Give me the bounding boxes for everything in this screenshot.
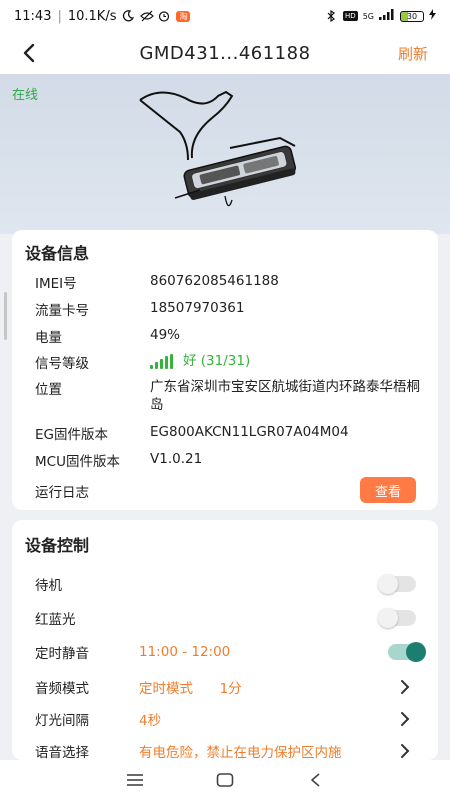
- eye-off-icon: [140, 10, 155, 22]
- voice-selection-value: 有电危险，禁止在电力保护区内施: [139, 745, 342, 760]
- system-nav-bar: [0, 760, 450, 800]
- back-button[interactable]: [14, 38, 44, 68]
- imei-value: 860762085461188: [150, 273, 279, 289]
- app-header: GMD431...461188 刷新: [0, 32, 450, 74]
- online-status: 在线: [12, 88, 39, 103]
- status-bar: 11:43 | 10.1K/s 淘 HD 5G 30: [0, 0, 450, 32]
- chevron-right-icon: [401, 712, 410, 726]
- eg-firmware-value: EG800AKCN11LGR07A04M04: [150, 424, 349, 440]
- network-type: 5G: [362, 11, 374, 21]
- chevron-right-icon: [401, 744, 410, 758]
- battery-label: 电量: [35, 330, 62, 346]
- device-control-card: 设备控制 待机 红蓝光 定时静音 11:00 - 12:00 音频模式 定时模式…: [12, 520, 438, 760]
- device-hero: 在线: [0, 74, 450, 234]
- location-value: 广东省深圳市宝安区航城街道内环路泰华梧桐岛: [150, 379, 420, 413]
- eg-firmware-row: EG固件版本 EG800AKCN11LGR07A04M04: [35, 423, 420, 443]
- scheduled-mute-value[interactable]: 11:00 - 12:00: [139, 644, 426, 660]
- toggle-knob: [378, 608, 398, 628]
- signal-value: 好 (31/31): [183, 353, 251, 369]
- signal-label: 信号等级: [35, 356, 89, 372]
- device-control-title: 设备控制: [25, 536, 90, 555]
- nav-menu-button[interactable]: [121, 766, 149, 794]
- hd-icon: HD: [343, 11, 358, 21]
- voice-selection-label: 语音选择: [35, 745, 89, 760]
- scheduled-mute-toggle[interactable]: [388, 642, 426, 662]
- status-net-speed: 10.1K/s: [67, 8, 117, 24]
- location-row: 位置 广东省深圳市宝安区航城街道内环路泰华梧桐岛: [35, 378, 420, 414]
- standby-toggle[interactable]: [378, 574, 416, 594]
- refresh-button[interactable]: 刷新: [398, 43, 428, 64]
- red-blue-light-toggle[interactable]: [378, 608, 416, 628]
- device-info-card: 设备信息 IMEI号 860762085461188 流量卡号 18507970…: [12, 230, 438, 510]
- sim-row: 流量卡号 18507970361: [35, 299, 420, 319]
- battery-level: 30: [406, 11, 418, 21]
- charging-icon: [429, 9, 436, 23]
- light-interval-value: 4秒: [139, 713, 162, 729]
- battery-icon: 30: [400, 10, 424, 22]
- alarm-icon: [158, 10, 170, 22]
- sim-label: 流量卡号: [35, 303, 89, 319]
- red-blue-light-label: 红蓝光: [35, 612, 76, 628]
- device-info-title: 设备信息: [25, 244, 90, 263]
- bluetooth-icon: [326, 9, 338, 23]
- chevron-right-icon: [401, 680, 410, 694]
- signal-value-wrap: 好 (31/31): [150, 352, 420, 372]
- audio-mode-value-wrap: 定时模式 1分: [139, 677, 426, 697]
- sim-value: 18507970361: [150, 300, 245, 316]
- imei-label: IMEI号: [35, 276, 77, 292]
- audio-mode-row[interactable]: 音频模式 定时模式 1分: [35, 677, 426, 697]
- imei-row: IMEI号 860762085461188: [35, 272, 420, 292]
- red-blue-light-row: 红蓝光: [35, 608, 426, 628]
- light-interval-row[interactable]: 灯光间隔 4秒: [35, 709, 426, 729]
- location-label: 位置: [35, 382, 62, 398]
- view-log-button[interactable]: 查看: [360, 477, 416, 503]
- nav-home-button[interactable]: [211, 766, 239, 794]
- back-triangle-icon: [311, 773, 320, 787]
- voice-selection-row[interactable]: 语音选择 有电危险，禁止在电力保护区内施: [35, 741, 426, 760]
- mcu-firmware-row: MCU固件版本 V1.0.21: [35, 450, 420, 470]
- toggle-knob: [406, 642, 426, 662]
- mcu-firmware-label: MCU固件版本: [35, 454, 120, 470]
- mcu-firmware-value: V1.0.21: [150, 451, 203, 467]
- battery-row: 电量 49%: [35, 326, 420, 346]
- toggle-knob: [378, 574, 398, 594]
- standby-row: 待机: [35, 574, 426, 594]
- status-time: 11:43: [14, 8, 52, 24]
- scheduled-mute-label: 定时静音: [35, 646, 89, 662]
- chevron-left-icon: [23, 43, 35, 63]
- menu-icon: [127, 774, 143, 786]
- light-interval-label: 灯光间隔: [35, 713, 89, 729]
- scroll-indicator[interactable]: [4, 292, 7, 340]
- device-image: [139, 90, 296, 207]
- signal-row: 信号等级 好 (31/31): [35, 352, 420, 372]
- eg-firmware-label: EG固件版本: [35, 427, 108, 443]
- audio-mode-label: 音频模式: [35, 681, 89, 697]
- app-badge-icon: 淘: [176, 10, 191, 22]
- battery-value: 49%: [150, 327, 181, 343]
- audio-mode-interval: 1分: [219, 681, 242, 697]
- standby-label: 待机: [35, 578, 62, 594]
- audio-mode-value: 定时模式: [139, 681, 193, 697]
- moon-icon: [122, 10, 135, 22]
- page-title: GMD431...461188: [139, 42, 311, 64]
- home-square-icon: [216, 773, 234, 787]
- log-label: 运行日志: [35, 485, 89, 501]
- nav-back-button[interactable]: [301, 766, 329, 794]
- signal-strength-icon: [150, 353, 173, 369]
- cell-signal-icon: [379, 9, 395, 23]
- scheduled-mute-row: 定时静音 11:00 - 12:00: [35, 642, 426, 662]
